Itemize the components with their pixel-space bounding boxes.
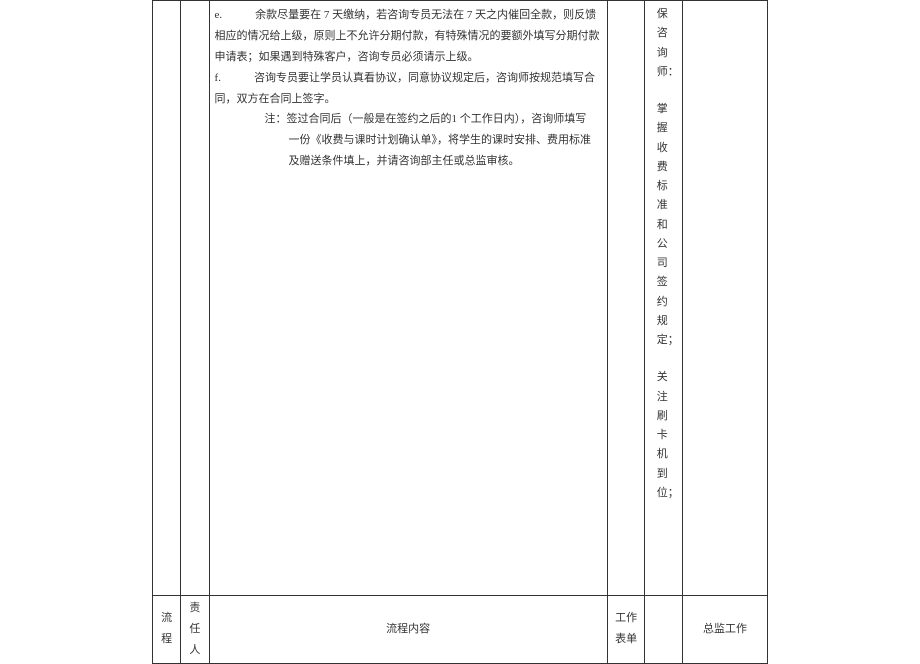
- table-header-row: 流程 责任人 流程内容 工作表单 总监工作: [153, 596, 768, 664]
- header-worksheet-label: 工作表单: [614, 608, 638, 650]
- document-page: e. 余款尽量要在 7 天缴纳，若咨询专员无法在 7 天之内催回全款，则反馈相应…: [152, 0, 768, 651]
- header-col5: [645, 596, 683, 664]
- table-row: e. 余款尽量要在 7 天缴纳，若咨询专员无法在 7 天之内催回全款，则反馈相应…: [153, 1, 768, 596]
- col5-text-1: 保咨询师：: [657, 8, 679, 78]
- col5-text-2: 掌握收费标准和公司签约规定；: [657, 103, 679, 346]
- col5-text-3: 关注刷卡机到位；: [657, 371, 679, 499]
- paragraph-e: e. 余款尽量要在 7 天缴纳，若咨询专员无法在 7 天之内催回全款，则反馈相应…: [215, 5, 602, 68]
- header-worksheet: 工作表单: [607, 596, 645, 664]
- col5-vertical-text: 保咨询师： 掌握收费标准和公司签约规定； 关注刷卡机到位；: [657, 5, 671, 503]
- cell-process-content: e. 余款尽量要在 7 天缴纳，若咨询专员无法在 7 天之内催回全款，则反馈相应…: [209, 1, 607, 596]
- header-content: 流程内容: [209, 596, 607, 664]
- note-block: 注：签过合同后（一般是在签约之后的1 个工作日内），咨询师填写一份《收费与课时计…: [215, 109, 602, 172]
- header-director-work: 总监工作: [683, 596, 768, 664]
- cell-col2: [181, 1, 209, 596]
- paragraph-f: f. 咨询专员要让学员认真看协议，同意协议规定后，咨询师按规范填写合同，双方在合…: [215, 68, 602, 110]
- header-process-label: 流程: [161, 608, 173, 650]
- cell-col4: [607, 1, 645, 596]
- header-responsible-label: 责任人: [189, 598, 201, 661]
- cell-col6: [683, 1, 768, 596]
- cell-col5: 保咨询师： 掌握收费标准和公司签约规定； 关注刷卡机到位；: [645, 1, 683, 596]
- cell-col1: [153, 1, 181, 596]
- text-f: f. 咨询专员要让学员认真看协议，同意协议规定后，咨询师按规范填写合同，双方在合…: [215, 72, 595, 105]
- note-text: 注：签过合同后（一般是在签约之后的1 个工作日内），咨询师填写一份《收费与课时计…: [265, 109, 594, 172]
- text-e: e. 余款尽量要在 7 天缴纳，若咨询专员无法在 7 天之内催回全款，则反馈相应…: [215, 9, 600, 63]
- process-table: e. 余款尽量要在 7 天缴纳，若咨询专员无法在 7 天之内催回全款，则反馈相应…: [152, 0, 768, 664]
- header-responsible: 责任人: [181, 596, 209, 664]
- header-process: 流程: [153, 596, 181, 664]
